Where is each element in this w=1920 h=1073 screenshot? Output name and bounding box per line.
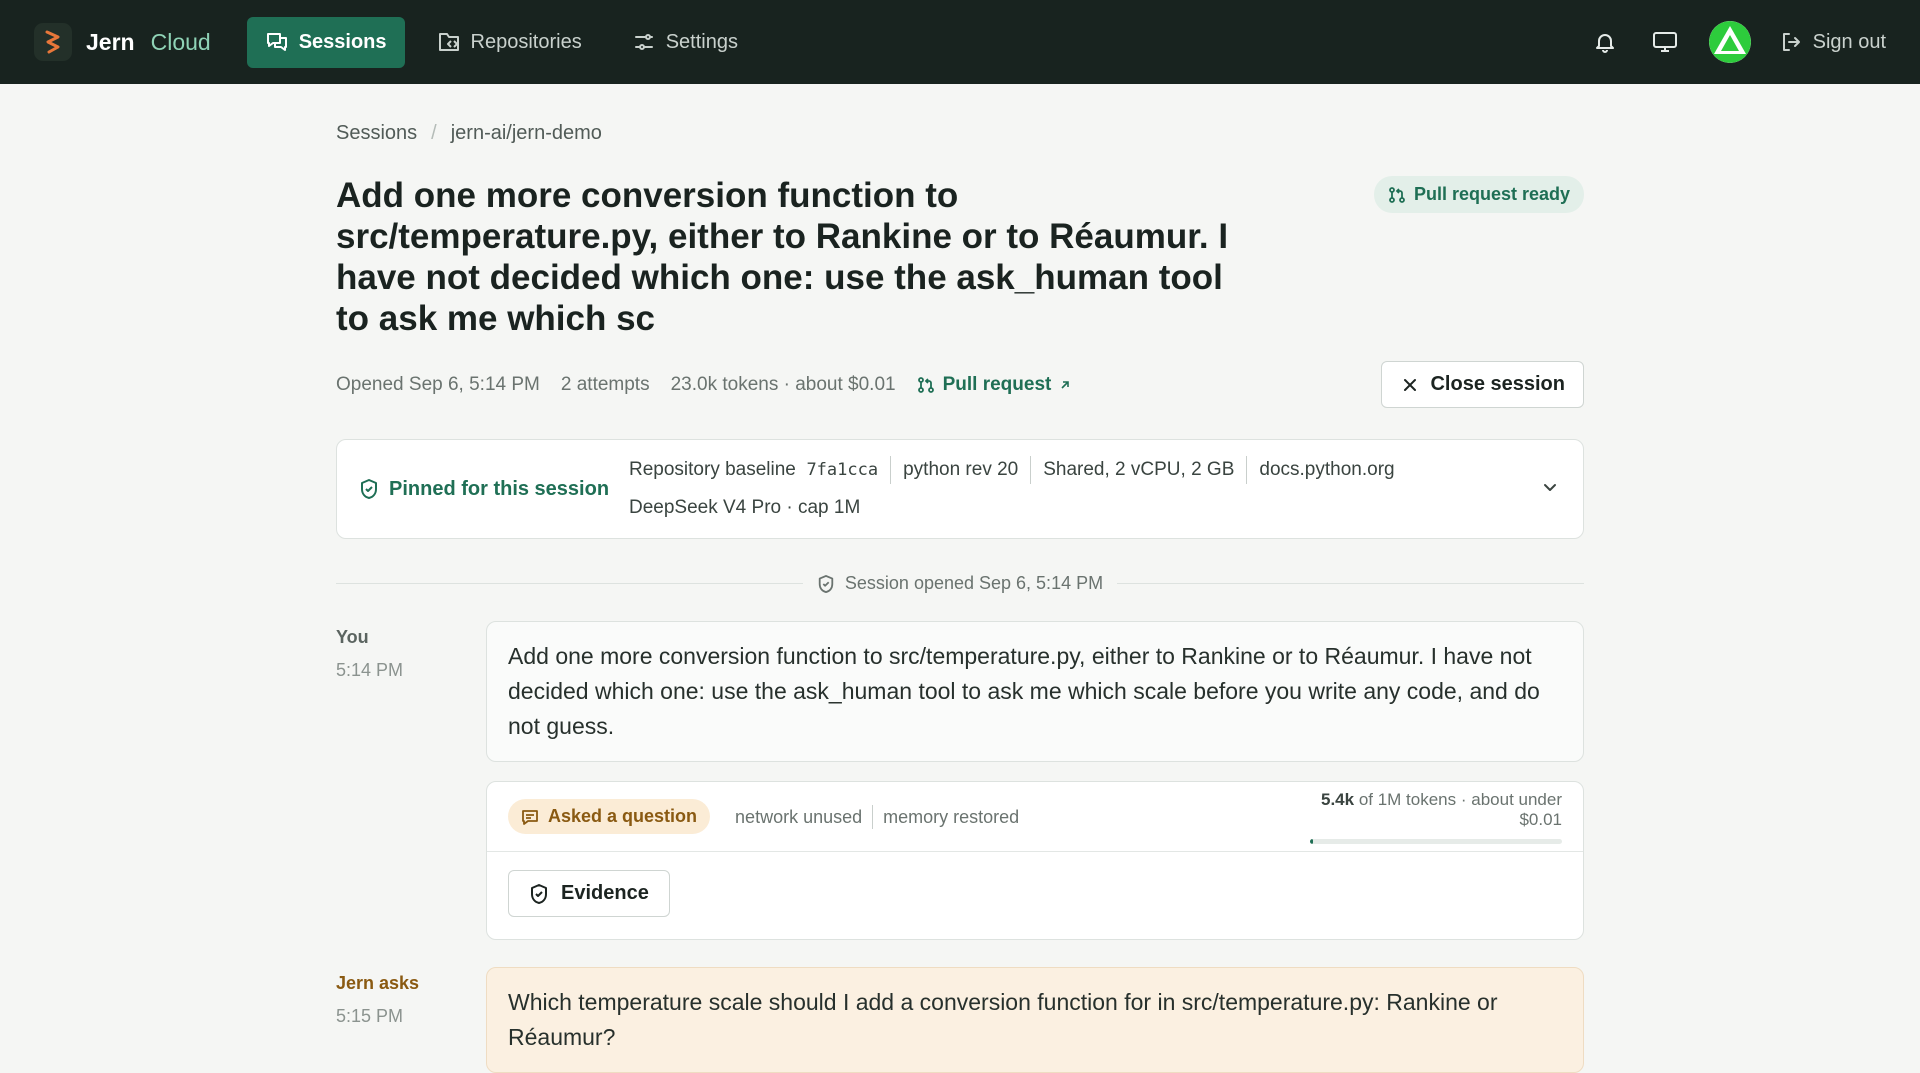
- memory-status: memory restored: [872, 804, 1029, 829]
- agent-question-message: Jern asks 5:15 PM Which temperature scal…: [336, 967, 1584, 1073]
- message-author: You: [336, 627, 369, 647]
- brand-product: Cloud: [150, 28, 211, 55]
- bell-icon: [1595, 34, 1614, 53]
- token-usage: 5.4k of 1M tokens · about under $0.01: [1302, 790, 1562, 844]
- main-nav: Sessions Repositories Settings: [246, 16, 756, 68]
- page-title: Add one more conversion function to src/…: [336, 176, 1229, 338]
- jern-logo-icon: [34, 23, 72, 61]
- breadcrumb-current[interactable]: jern-ai/jern-demo: [451, 122, 602, 145]
- sign-out-label: Sign out: [1812, 30, 1886, 53]
- monitor-icon: [1652, 32, 1677, 52]
- pull-request-icon: [1389, 186, 1405, 203]
- network-status: network unused: [735, 806, 863, 827]
- shield-icon: [818, 574, 834, 593]
- topbar-actions: Sign out: [1589, 21, 1886, 63]
- avatar[interactable]: [1708, 21, 1751, 63]
- top-bar: Jern Cloud Sessions Repositories Setting…: [0, 0, 1920, 84]
- session-opened-label: Session opened Sep 6, 5:14 PM: [844, 573, 1104, 593]
- session-meta: Opened Sep 6, 5:14 PM 2 attempts 23.0k t…: [336, 361, 1584, 408]
- chat-icon: [266, 33, 287, 51]
- status-label: Pull request ready: [1413, 184, 1570, 204]
- message-time: 5:15 PM: [336, 1006, 404, 1026]
- user-message: You 5:14 PM Add one more conversion func…: [336, 621, 1584, 940]
- message-bubble: Add one more conversion function to src/…: [486, 621, 1584, 762]
- external-link-icon: [1061, 380, 1070, 389]
- tokens-used: 5.4k: [1320, 789, 1355, 809]
- message-time: 5:14 PM: [336, 660, 404, 680]
- pinned-items: Repository baseline 7fa1cca python rev 2…: [629, 456, 1459, 522]
- baseline-label: Repository baseline: [629, 459, 796, 480]
- notifications-button[interactable]: [1589, 26, 1621, 58]
- tokens-rest: of 1M tokens · about under $0.01: [1358, 789, 1562, 829]
- nav-settings[interactable]: Settings: [614, 17, 756, 68]
- token-usage-bar: [1310, 838, 1562, 844]
- pull-request-link-label: Pull request: [942, 373, 1052, 395]
- pinned-docs: docs.python.org: [1246, 456, 1406, 484]
- baseline-hash: 7fa1cca: [806, 460, 879, 480]
- status-badge: Pull request ready: [1373, 176, 1584, 213]
- attempt-status-badge: Asked a question: [508, 799, 711, 834]
- question-bubble: Which temperature scale should I add a c…: [486, 967, 1584, 1073]
- brand-name: Jern: [86, 28, 135, 55]
- chevron-down-icon[interactable]: [1541, 478, 1559, 496]
- close-icon: [1404, 378, 1417, 391]
- timeline-divider: Session opened Sep 6, 5:14 PM: [336, 573, 1584, 594]
- token-usage-fill: [1310, 838, 1314, 844]
- sliders-icon: [634, 34, 653, 50]
- nav-settings-label: Settings: [665, 30, 738, 53]
- pinned-python: python rev 20: [890, 456, 1030, 484]
- nav-repositories[interactable]: Repositories: [419, 17, 600, 68]
- breadcrumb-separator: /: [431, 122, 437, 144]
- title-row: Add one more conversion function to src/…: [336, 175, 1584, 339]
- shield-icon: [531, 883, 547, 904]
- nav-sessions-label: Sessions: [298, 30, 387, 53]
- sign-out-icon: [1782, 33, 1800, 51]
- pinned-label-text: Pinned for this session: [389, 477, 610, 500]
- pinned-baseline: Repository baseline 7fa1cca: [629, 456, 890, 484]
- attempt-count: 2 attempts: [560, 373, 650, 395]
- nav-repositories-label: Repositories: [470, 30, 582, 53]
- pull-request-icon: [917, 376, 934, 393]
- opened-at: Opened Sep 6, 5:14 PM: [336, 373, 540, 395]
- evidence-label: Evidence: [561, 882, 649, 904]
- evidence-button[interactable]: Evidence: [508, 870, 670, 917]
- sign-out-button[interactable]: Sign out: [1779, 30, 1886, 54]
- pull-request-link[interactable]: Pull request: [917, 374, 1072, 396]
- pinned-model: DeepSeek V4 Pro · cap 1M: [629, 497, 861, 518]
- close-session-button[interactable]: Close session: [1381, 361, 1584, 408]
- session-page: Sessions / jern-ai/jern-demo Add one mor…: [336, 84, 1584, 1073]
- display-button[interactable]: [1649, 26, 1681, 58]
- nav-sessions[interactable]: Sessions: [246, 16, 405, 68]
- divider-line: [336, 583, 803, 584]
- avatar-icon: [1708, 21, 1751, 63]
- pinned-label: Pinned for this session: [359, 478, 629, 501]
- shield-icon: [361, 479, 377, 499]
- close-session-label: Close session: [1430, 373, 1565, 395]
- message-author: Jern asks: [336, 973, 420, 993]
- breadcrumb: Sessions / jern-ai/jern-demo: [336, 122, 1584, 145]
- pinned-panel[interactable]: Pinned for this session Repository basel…: [336, 439, 1584, 539]
- token-cost: 23.0k tokens · about $0.01: [670, 373, 896, 395]
- attempt-status-label: Asked a question: [548, 806, 698, 826]
- repository-icon: [438, 33, 459, 51]
- message-icon: [522, 809, 538, 825]
- breadcrumb-sessions[interactable]: Sessions: [336, 122, 417, 145]
- pinned-compute: Shared, 2 vCPU, 2 GB: [1030, 456, 1246, 484]
- brand[interactable]: Jern Cloud: [34, 23, 211, 61]
- divider-line: [1117, 583, 1584, 584]
- attempt-card: Asked a question network unused memory r…: [486, 781, 1584, 940]
